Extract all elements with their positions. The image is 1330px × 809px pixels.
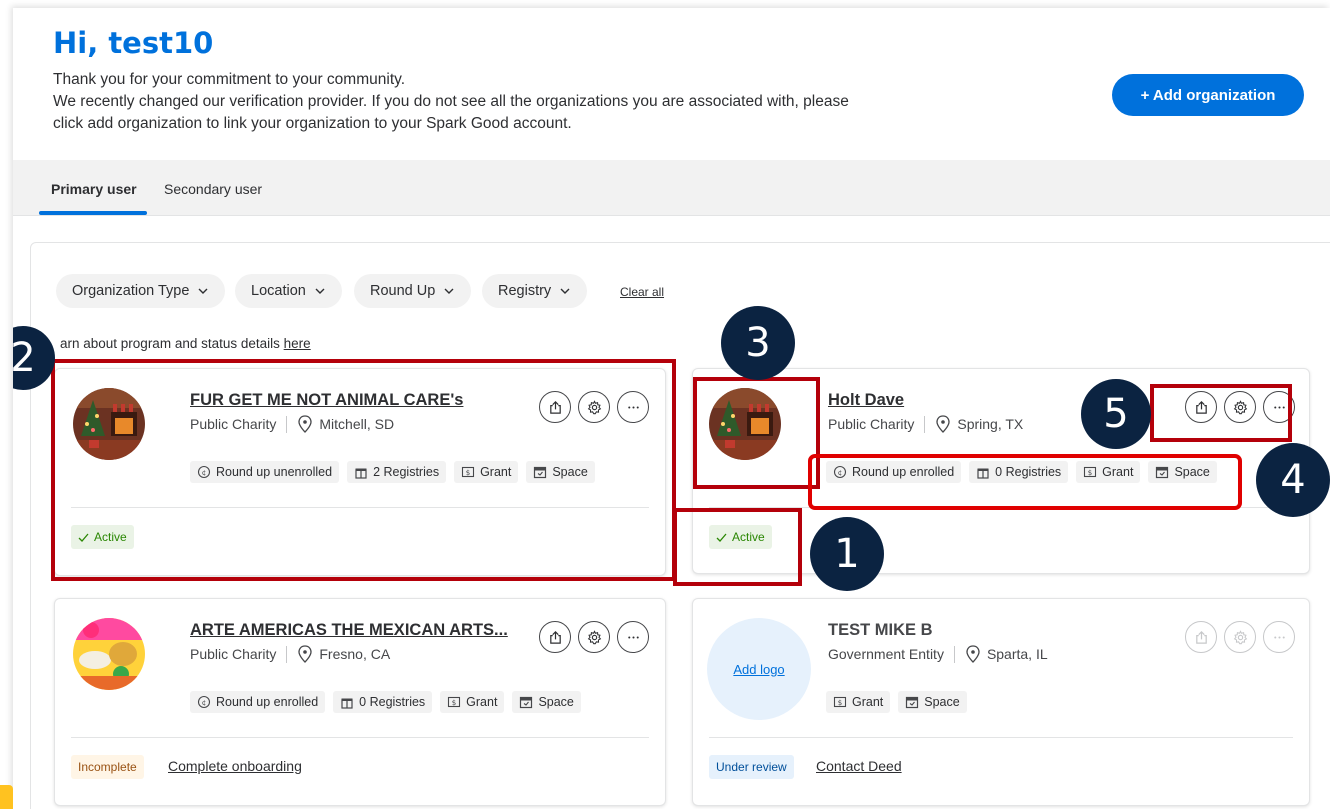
share-icon — [549, 630, 561, 644]
badge-grant: $ Grant — [440, 691, 505, 713]
location-pin-icon — [966, 645, 980, 663]
share-icon — [1195, 630, 1207, 644]
round-up-icon: ¢ — [197, 695, 211, 709]
org-meta: Government Entity Sparta, IL — [828, 645, 1048, 663]
org-meta: Public Charity Spring, TX — [828, 415, 1024, 433]
org-meta: Public Charity Fresno, CA — [190, 645, 391, 663]
filter-location[interactable]: Location — [235, 274, 342, 308]
learn-more-text: arn about program and status details her… — [60, 336, 311, 351]
tab-primary-user[interactable]: Primary user — [51, 181, 137, 197]
chevron-down-icon — [444, 288, 454, 294]
annotation-number-3: 3 — [721, 306, 795, 380]
card-actions — [1185, 621, 1295, 653]
calendar-icon — [906, 696, 919, 709]
svg-text:¢: ¢ — [202, 699, 206, 707]
add-organization-button[interactable]: + Add organization — [1112, 74, 1304, 116]
badge-registries: 0 Registries — [333, 691, 433, 713]
settings-button — [1224, 621, 1256, 653]
svg-text:$: $ — [838, 699, 842, 707]
annotation-box-2 — [51, 359, 676, 581]
page-frame: Hi, test10 Thank you for your commitment… — [13, 8, 1330, 809]
gift-icon — [341, 698, 353, 709]
tab-secondary-user[interactable]: Secondary user — [164, 181, 262, 197]
status-badge: Incomplete — [71, 755, 144, 779]
annotation-box-4 — [808, 454, 1242, 510]
yellow-corner-accent — [0, 785, 13, 809]
org-name-link[interactable]: ARTE AMERICAS THE MEXICAN ARTS... — [190, 621, 508, 640]
filter-registry[interactable]: Registry — [482, 274, 588, 308]
badge-space: Space — [898, 691, 967, 713]
annotation-box-5 — [1150, 384, 1292, 442]
chevron-down-icon — [560, 288, 570, 294]
annotation-box-3 — [693, 377, 820, 489]
calendar-icon — [520, 696, 533, 709]
share-button[interactable] — [539, 621, 571, 653]
card-actions — [539, 621, 649, 653]
org-card: Add logo TEST MIKE B Government Entity S… — [692, 598, 1310, 806]
more-button[interactable] — [617, 621, 649, 653]
badge-space: Space — [512, 691, 581, 713]
settings-button[interactable] — [578, 621, 610, 653]
badge-grant: $ Grant — [826, 691, 891, 713]
svg-text:$: $ — [452, 699, 456, 707]
chevron-down-icon — [315, 288, 325, 294]
gear-icon — [1233, 629, 1247, 644]
annotation-box-1 — [673, 508, 802, 586]
badge-round-up: ¢ Round up enrolled — [190, 691, 326, 713]
org-name: TEST MIKE B — [828, 621, 933, 639]
program-badges: $ Grant Space — [826, 691, 967, 713]
ellipsis-icon — [1273, 635, 1285, 639]
org-name-link[interactable]: Holt Dave — [828, 391, 904, 410]
grant-icon: $ — [833, 696, 847, 708]
share-button — [1185, 621, 1217, 653]
add-logo-button[interactable]: Add logo — [707, 618, 811, 720]
here-link[interactable]: here — [284, 336, 311, 351]
intro-text: Thank you for your commitment to your co… — [53, 71, 849, 132]
filter-round-up[interactable]: Round Up — [354, 274, 472, 308]
annotation-number-4: 4 — [1256, 443, 1330, 517]
annotation-number-1: 1 — [810, 517, 884, 591]
location-pin-icon — [936, 415, 951, 433]
ellipsis-icon — [627, 635, 639, 639]
org-card: ARTE AMERICAS THE MEXICAN ARTS... Public… — [54, 598, 666, 806]
status-badge: Under review — [709, 755, 794, 779]
more-button — [1263, 621, 1295, 653]
contact-deed-link[interactable]: Contact Deed — [816, 758, 902, 774]
program-badges: ¢ Round up enrolled 0 Registries $ Grant S… — [190, 691, 581, 713]
chevron-down-icon — [198, 288, 208, 294]
location-pin-icon — [298, 645, 313, 663]
filter-organization-type[interactable]: Organization Type — [56, 274, 226, 308]
grant-icon: $ — [448, 696, 461, 708]
annotation-number-5: 5 — [1081, 379, 1151, 449]
active-tab-indicator — [39, 211, 147, 215]
page-title: Hi, test10 — [53, 26, 214, 60]
complete-onboarding-link[interactable]: Complete onboarding — [168, 758, 302, 774]
user-tabs: Primary user Secondary user — [13, 160, 1330, 216]
clear-all-link[interactable]: Clear all — [620, 285, 664, 299]
gear-icon — [587, 629, 601, 644]
org-logo — [73, 618, 145, 690]
